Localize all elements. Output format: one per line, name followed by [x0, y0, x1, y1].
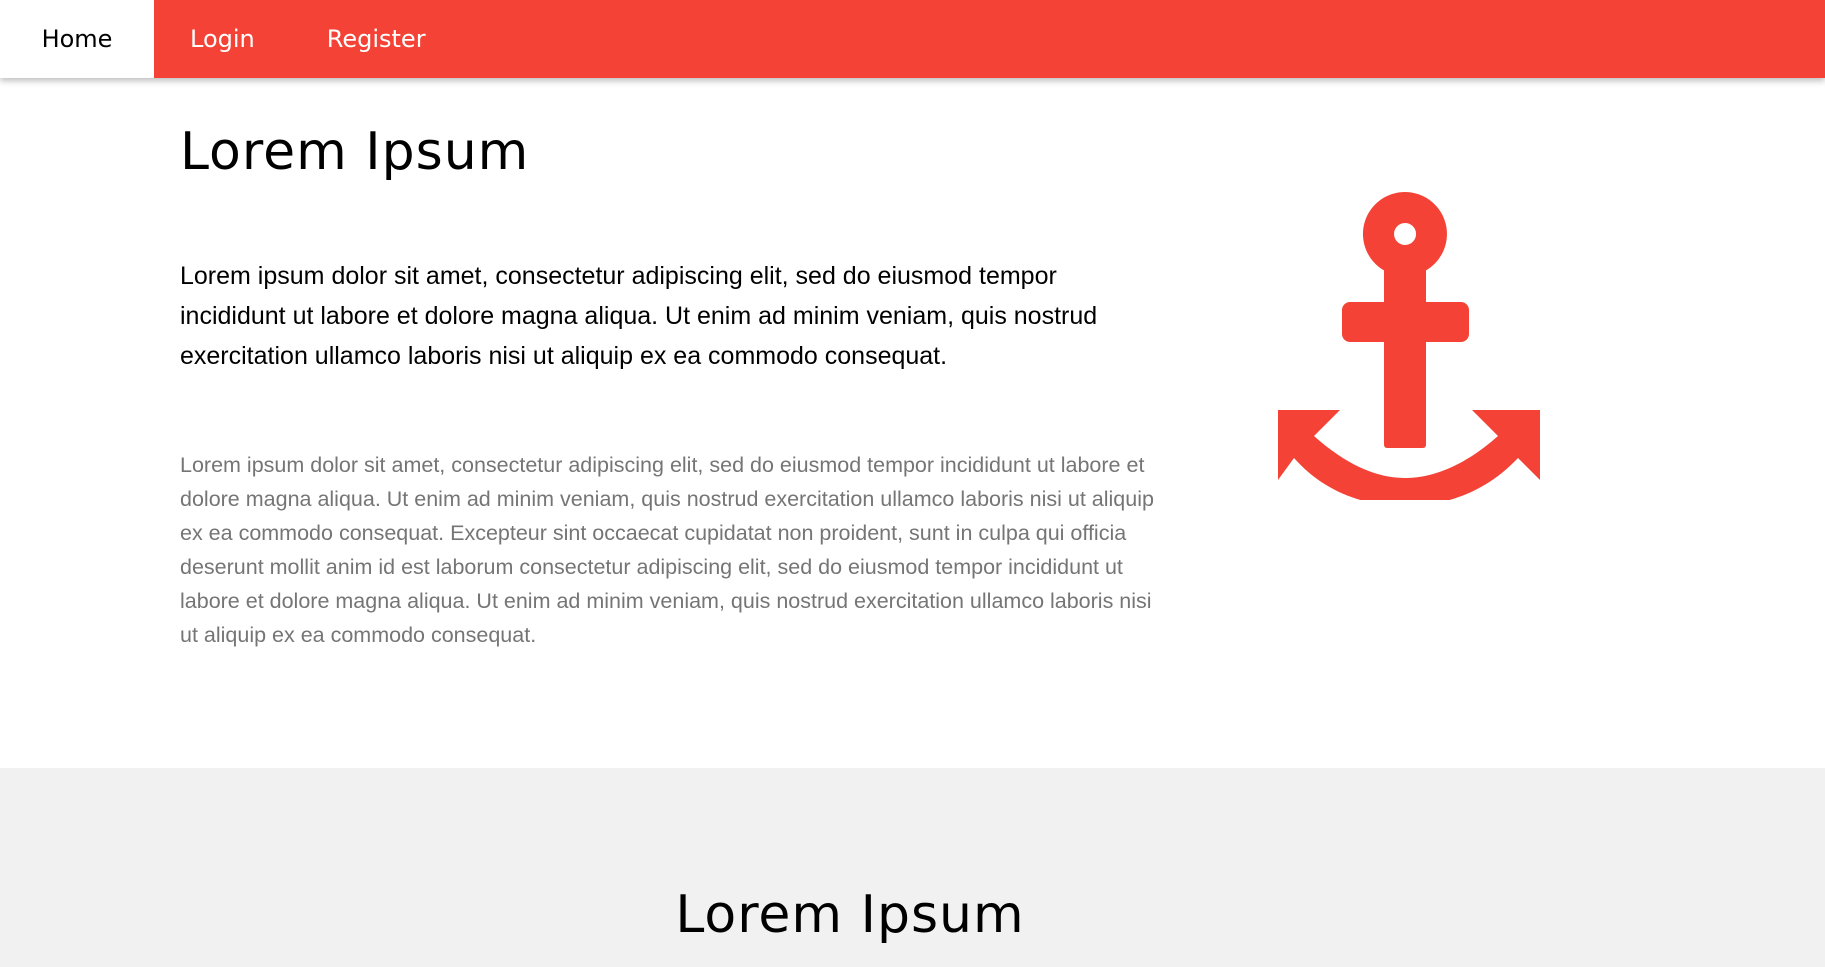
hero-body-paragraph: Lorem ipsum dolor sit amet, consectetur … — [180, 453, 1154, 647]
anchor-icon — [1250, 190, 1560, 506]
hero-section: Lorem Ipsum Lorem ipsum dolor sit amet, … — [0, 78, 1825, 768]
top-navigation-bar: Home Login Register — [0, 0, 1825, 78]
secondary-section: Lorem Ipsum — [0, 768, 1825, 967]
nav-register-link[interactable]: Register — [291, 0, 462, 78]
section-title: Lorem Ipsum — [675, 885, 1025, 945]
hero-title: Lorem Ipsum — [180, 122, 530, 182]
nav-login-link[interactable]: Login — [154, 0, 291, 78]
nav-home-link[interactable]: Home — [0, 0, 154, 78]
hero-lead-paragraph: Lorem ipsum dolor sit amet, consectetur … — [180, 262, 1098, 370]
